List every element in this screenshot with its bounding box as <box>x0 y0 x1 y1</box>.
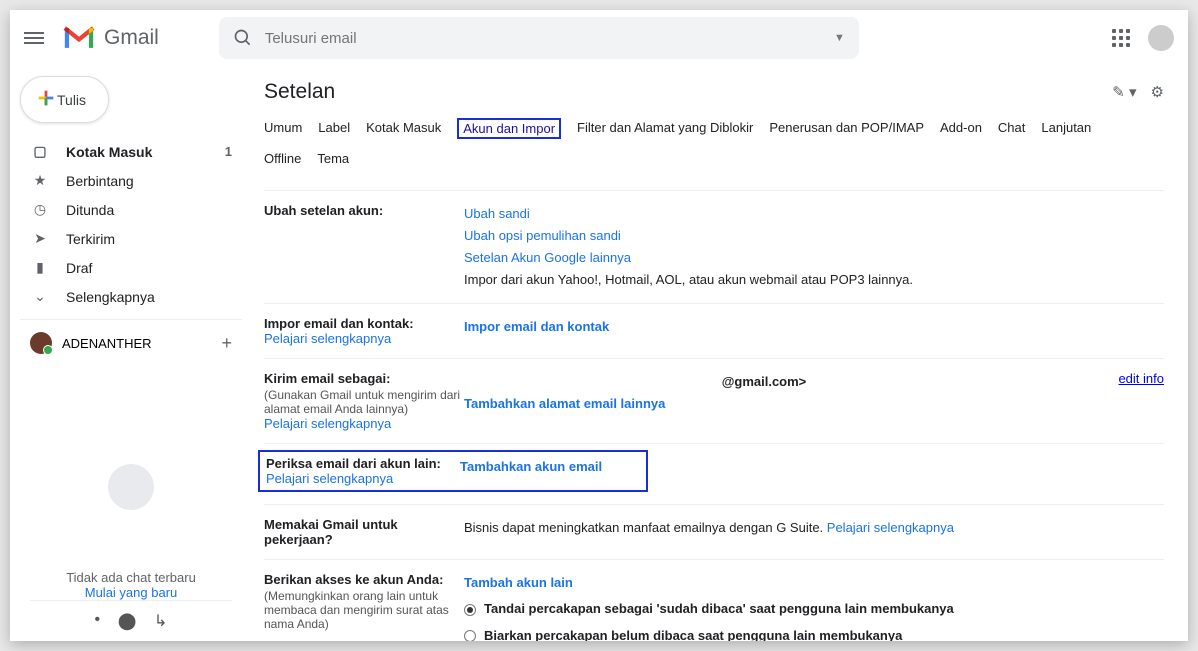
apps-icon[interactable] <box>1112 29 1130 47</box>
clock-icon: ◷ <box>30 201 50 218</box>
hangouts-icon[interactable] <box>108 464 154 510</box>
learn-more-link[interactable]: Pelajari selengkapnya <box>264 416 391 431</box>
nav-more[interactable]: ⌄Selengkapnya <box>20 282 242 311</box>
add-another-account-link[interactable]: Tambah akun lain <box>464 575 573 590</box>
chevron-down-icon: ⌄ <box>30 288 50 305</box>
search-options-icon[interactable]: ▼ <box>834 32 845 44</box>
section-send-as: Kirim email sebagai: (Gunakan Gmail untu… <box>264 358 1164 443</box>
main-content: Setelan ✎ ▾ ⚙ Umum Label Kotak Masuk Aku… <box>250 66 1188 641</box>
send-icon: ➤ <box>30 230 50 247</box>
hangouts-tab-icon[interactable]: ⬤ <box>118 611 136 631</box>
radio-icon <box>464 604 476 616</box>
other-google-settings-link[interactable]: Setelan Akun Google lainnya <box>464 250 631 265</box>
radio-mark-read[interactable]: Tandai percakapan sebagai 'sudah dibaca'… <box>464 598 1164 620</box>
plus-icon <box>35 87 57 112</box>
radio-icon <box>464 630 476 641</box>
import-mail-link[interactable]: Impor email dan kontak <box>464 319 609 334</box>
tab-filter[interactable]: Filter dan Alamat yang Diblokir <box>577 118 753 139</box>
gmail-logo[interactable]: Gmail <box>62 25 159 51</box>
start-chat-link[interactable]: Mulai yang baru <box>85 585 178 600</box>
inbox-icon: ▢ <box>30 143 50 160</box>
learn-more-link[interactable]: Pelajari selengkapnya <box>266 471 393 486</box>
label-name: ADENANTHER <box>62 336 152 351</box>
chat-empty-text: Tidak ada chat terbaru <box>30 570 232 585</box>
chat-tabs: • ⬤ ↳ <box>30 600 232 631</box>
nav-drafts[interactable]: ▮Draf <box>20 253 242 282</box>
section-import: Impor email dan kontak: Pelajari selengk… <box>264 303 1164 358</box>
section-gsuite: Memakai Gmail untuk pekerjaan? Bisnis da… <box>264 504 1164 559</box>
header: Gmail ▼ <box>10 10 1188 66</box>
section-grant-access: Berikan akses ke akun Anda: (Memungkinka… <box>264 559 1164 641</box>
tab-kotak-masuk[interactable]: Kotak Masuk <box>366 118 441 139</box>
nav-inbox[interactable]: ▢Kotak Masuk1 <box>20 137 242 166</box>
label-avatar <box>30 332 52 354</box>
gmail-app: Gmail ▼ Tulis ▢Kotak Masuk1 ★Berbintang … <box>10 10 1188 641</box>
tab-lanjutan[interactable]: Lanjutan <box>1041 118 1091 139</box>
sendas-email: @gmail.com> <box>722 374 807 389</box>
radio-leave-unread[interactable]: Biarkan percakapan belum dibaca saat pen… <box>464 625 1164 641</box>
section-account-settings: Ubah setelan akun: Ubah sandi Ubah opsi … <box>264 190 1164 303</box>
tab-chat[interactable]: Chat <box>998 118 1025 139</box>
section-check-other: Periksa email dari akun lain: Pelajari s… <box>264 443 1164 504</box>
change-password-link[interactable]: Ubah sandi <box>464 206 530 221</box>
import-desc: Impor dari akun Yahoo!, Hotmail, AOL, at… <box>464 272 913 287</box>
add-label-icon[interactable]: + <box>221 333 232 354</box>
change-recovery-link[interactable]: Ubah opsi pemulihan sandi <box>464 228 621 243</box>
star-icon: ★ <box>30 172 50 189</box>
nav-starred[interactable]: ★Berbintang <box>20 166 242 195</box>
account-avatar[interactable] <box>1148 25 1174 51</box>
learn-more-link[interactable]: Pelajari selengkapnya <box>264 331 391 346</box>
add-email-account-link[interactable]: Tambahkan akun email <box>460 459 602 474</box>
file-icon: ▮ <box>30 259 50 276</box>
chat-area: Tidak ada chat terbaru Mulai yang baru •… <box>20 454 242 641</box>
gsuite-learn-link[interactable]: Pelajari selengkapnya <box>827 520 954 535</box>
tab-addon[interactable]: Add-on <box>940 118 982 139</box>
search-box[interactable]: ▼ <box>219 17 859 59</box>
nav-snoozed[interactable]: ◷Ditunda <box>20 195 242 224</box>
tab-label[interactable]: Label <box>318 118 350 139</box>
product-name: Gmail <box>104 26 159 50</box>
tab-offline[interactable]: Offline <box>264 149 301 168</box>
tab-umum[interactable]: Umum <box>264 118 302 139</box>
phone-icon[interactable]: ↳ <box>154 611 167 631</box>
search-input[interactable] <box>265 30 834 47</box>
edit-icon[interactable]: ✎ ▾ <box>1112 83 1136 101</box>
page-title: Setelan <box>264 80 335 104</box>
nav-sent[interactable]: ➤Terkirim <box>20 224 242 253</box>
menu-icon[interactable] <box>24 29 44 47</box>
settings-tabs: Umum Label Kotak Masuk Akun dan Impor Fi… <box>264 118 1164 178</box>
sidebar: Tulis ▢Kotak Masuk1 ★Berbintang ◷Ditunda… <box>10 66 250 641</box>
compose-label: Tulis <box>57 92 86 108</box>
tab-penerusan[interactable]: Penerusan dan POP/IMAP <box>769 118 924 139</box>
label-row[interactable]: ADENANTHER + <box>20 319 242 358</box>
search-icon <box>233 28 253 48</box>
tab-akun-dan-impor[interactable]: Akun dan Impor <box>457 118 561 139</box>
nav-list: ▢Kotak Masuk1 ★Berbintang ◷Ditunda ➤Terk… <box>20 137 242 311</box>
gear-icon[interactable]: ⚙ <box>1151 83 1164 101</box>
compose-button[interactable]: Tulis <box>20 76 109 123</box>
add-sendas-link[interactable]: Tambahkan alamat email lainnya <box>464 396 665 411</box>
person-icon[interactable]: • <box>95 611 101 631</box>
tab-tema[interactable]: Tema <box>317 149 349 168</box>
edit-info-link[interactable]: edit info <box>1118 371 1164 386</box>
